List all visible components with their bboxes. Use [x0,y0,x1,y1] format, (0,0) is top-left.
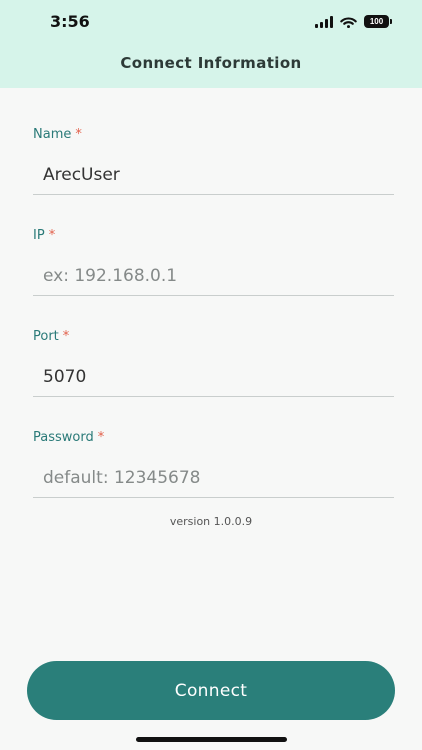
page-title: Connect Information [120,54,302,72]
required-mark: * [75,127,82,142]
port-input[interactable] [33,357,394,397]
ip-input[interactable] [33,256,394,296]
password-input[interactable] [33,458,394,498]
name-input[interactable] [33,155,394,195]
home-indicator[interactable] [136,737,287,742]
name-label: Name * [33,127,82,142]
name-field-group: Name * [33,127,394,195]
port-field-group: Port * [33,329,394,397]
app-header: 3:56 100 Connect Information [0,0,422,88]
required-mark: * [97,430,105,445]
password-label: Password * [33,430,105,445]
port-label: Port * [33,329,70,344]
cellular-signal-icon [315,15,333,28]
wifi-icon [340,16,357,28]
battery-icon: 100 [364,15,392,28]
status-bar: 3:56 100 [0,0,422,46]
password-field-group: Password * [33,430,394,498]
status-icons: 100 [315,15,392,28]
connect-button[interactable]: Connect [27,661,395,720]
ip-label: IP * [33,228,56,243]
status-time: 3:56 [50,12,90,31]
ip-field-group: IP * [33,228,394,296]
required-mark: * [62,329,70,344]
required-mark: * [48,228,56,243]
battery-level: 100 [364,15,389,28]
version-text: version 1.0.0.9 [169,515,253,528]
